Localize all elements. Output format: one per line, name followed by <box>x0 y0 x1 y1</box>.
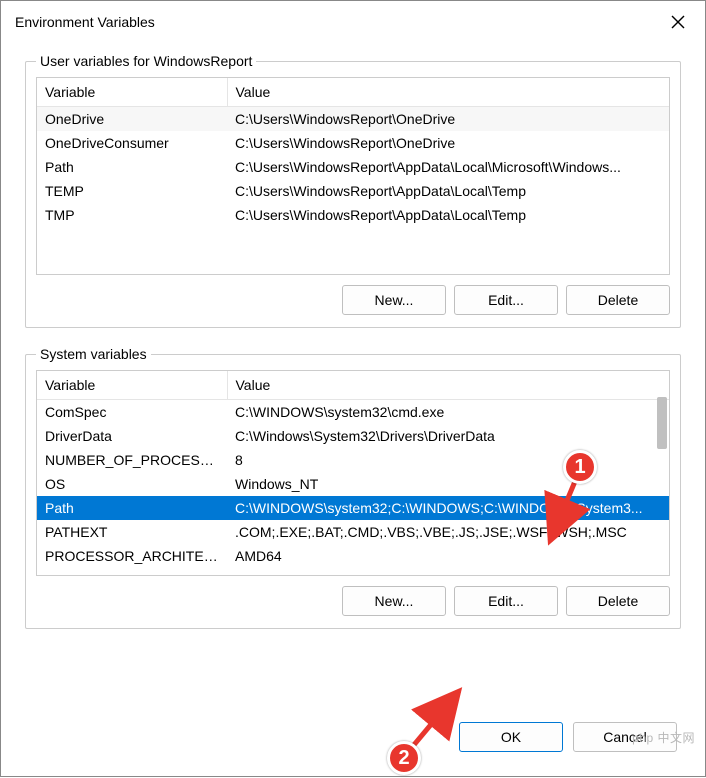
cell-variable: PATHEXT <box>37 520 227 544</box>
cell-value: C:\Users\WindowsReport\AppData\Local\Tem… <box>227 203 669 227</box>
cell-value: C:\WINDOWS\system32\cmd.exe <box>227 400 669 425</box>
cell-variable: NUMBER_OF_PROCESSORS <box>37 448 227 472</box>
cell-value: C:\Users\WindowsReport\AppData\Local\Mic… <box>227 155 669 179</box>
cell-value: .COM;.EXE;.BAT;.CMD;.VBS;.VBE;.JS;.JSE;.… <box>227 520 669 544</box>
user-variables-group: User variables for WindowsReport Variabl… <box>25 53 681 328</box>
system-variables-group: System variables Variable Value ComSpecC… <box>25 346 681 629</box>
column-header-value[interactable]: Value <box>227 78 669 107</box>
column-header-variable[interactable]: Variable <box>37 371 227 400</box>
ok-button[interactable]: OK <box>459 722 563 752</box>
table-row[interactable]: PROCESSOR_ARCHITECTU...AMD64 <box>37 544 669 568</box>
user-new-button[interactable]: New... <box>342 285 446 315</box>
annotation-marker-2: 2 <box>387 741 421 775</box>
system-new-button[interactable]: New... <box>342 586 446 616</box>
table-row[interactable]: OneDriveConsumerC:\Users\WindowsReport\O… <box>37 131 669 155</box>
user-variables-table[interactable]: Variable Value OneDriveC:\Users\WindowsR… <box>36 77 670 275</box>
cell-variable: TMP <box>37 203 227 227</box>
system-delete-button[interactable]: Delete <box>566 586 670 616</box>
cell-value: C:\Windows\System32\Drivers\DriverData <box>227 424 669 448</box>
cell-value: C:\Users\WindowsReport\OneDrive <box>227 131 669 155</box>
user-variables-legend: User variables for WindowsReport <box>36 53 256 69</box>
cell-variable: Path <box>37 496 227 520</box>
cell-value: Windows_NT <box>227 472 669 496</box>
cell-variable: OneDrive <box>37 107 227 132</box>
cell-variable: OS <box>37 472 227 496</box>
table-row[interactable]: PathC:\WINDOWS\system32;C:\WINDOWS;C:\WI… <box>37 496 669 520</box>
cell-value: 8 <box>227 448 669 472</box>
scrollbar-thumb[interactable] <box>657 397 667 449</box>
table-row[interactable]: TEMPC:\Users\WindowsReport\AppData\Local… <box>37 179 669 203</box>
table-row[interactable]: OneDriveC:\Users\WindowsReport\OneDrive <box>37 107 669 132</box>
cell-variable: DriverData <box>37 424 227 448</box>
system-variables-table[interactable]: Variable Value ComSpecC:\WINDOWS\system3… <box>36 370 670 576</box>
table-row[interactable]: TMPC:\Users\WindowsReport\AppData\Local\… <box>37 203 669 227</box>
cell-variable: PROCESSOR_ARCHITECTU... <box>37 544 227 568</box>
user-edit-button[interactable]: Edit... <box>454 285 558 315</box>
close-icon[interactable] <box>667 11 689 33</box>
table-row[interactable]: ComSpecC:\WINDOWS\system32\cmd.exe <box>37 400 669 425</box>
table-row[interactable]: PATHEXT.COM;.EXE;.BAT;.CMD;.VBS;.VBE;.JS… <box>37 520 669 544</box>
cell-variable: ComSpec <box>37 400 227 425</box>
column-header-value[interactable]: Value <box>227 371 669 400</box>
user-delete-button[interactable]: Delete <box>566 285 670 315</box>
cell-value: AMD64 <box>227 544 669 568</box>
cell-variable: TEMP <box>37 179 227 203</box>
table-row[interactable]: DriverDataC:\Windows\System32\Drivers\Dr… <box>37 424 669 448</box>
cell-variable: Path <box>37 155 227 179</box>
watermark-text: php 中文网 <box>632 729 695 746</box>
cell-variable: OneDriveConsumer <box>37 131 227 155</box>
cell-value: C:\WINDOWS\system32;C:\WINDOWS;C:\WINDOW… <box>227 496 669 520</box>
table-row[interactable]: PathC:\Users\WindowsReport\AppData\Local… <box>37 155 669 179</box>
window-title: Environment Variables <box>15 14 155 30</box>
system-edit-button[interactable]: Edit... <box>454 586 558 616</box>
table-row[interactable]: NUMBER_OF_PROCESSORS8 <box>37 448 669 472</box>
column-header-variable[interactable]: Variable <box>37 78 227 107</box>
table-row[interactable]: OSWindows_NT <box>37 472 669 496</box>
cell-value: C:\Users\WindowsReport\OneDrive <box>227 107 669 132</box>
cell-value: C:\Users\WindowsReport\AppData\Local\Tem… <box>227 179 669 203</box>
system-variables-legend: System variables <box>36 346 151 362</box>
